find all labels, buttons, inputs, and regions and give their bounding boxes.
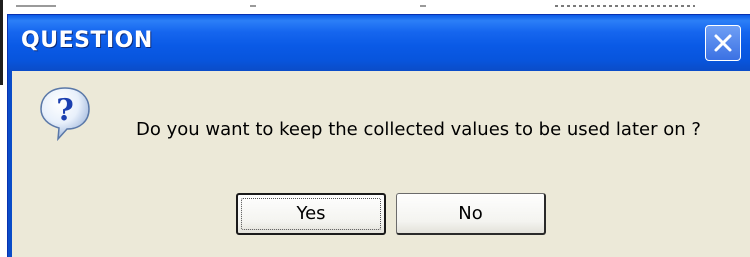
no-button[interactable]: No [396,193,546,235]
svg-text:?: ? [56,93,74,128]
background-window-border [0,0,3,85]
question-icon: ? [40,87,90,141]
close-button[interactable] [705,25,741,61]
background-line [555,5,695,7]
no-button-label: No [458,203,483,224]
dialog-titlebar[interactable]: QUESTION [8,15,750,71]
screen: QUESTION ? Do you want to keep the colle… [0,0,750,257]
background-line [16,5,56,7]
dialog-message: Do you want to keep the collected values… [136,119,701,140]
question-dialog: QUESTION ? Do you want to keep the colle… [7,14,750,257]
close-icon [714,34,732,52]
yes-button-label: Yes [296,203,326,224]
background-line [420,5,426,7]
dialog-title: QUESTION [21,28,153,53]
background-line [250,5,256,7]
yes-button[interactable]: Yes [236,193,386,235]
dialog-content: ? Do you want to keep the collected valu… [12,71,750,257]
